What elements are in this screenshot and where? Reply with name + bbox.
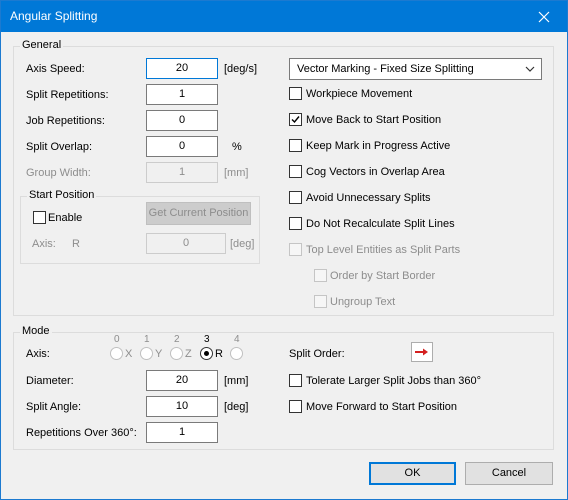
job-repetitions-input[interactable]: 0 (146, 110, 218, 131)
split-repetitions-label: Split Repetitions: (26, 89, 109, 101)
axis-3-number: 3 (204, 334, 210, 345)
general-group-label: General (20, 39, 64, 51)
split-angle-input[interactable]: 10 (146, 396, 218, 417)
start-axis-label: Axis: (32, 238, 56, 250)
move-back-to-start-checkbox[interactable] (289, 113, 302, 126)
group-width-label: Group Width: (26, 167, 91, 179)
general-group (13, 46, 554, 316)
move-forward-label: Move Forward to Start Position (306, 401, 458, 413)
close-icon (538, 11, 550, 22)
window-title: Angular Splitting (10, 9, 98, 23)
axis-1-number: 1 (144, 334, 150, 345)
close-button[interactable] (521, 1, 567, 32)
right-arrow-icon (415, 348, 428, 356)
ok-button[interactable]: OK (369, 462, 456, 485)
top-level-entities-label: Top Level Entities as Split Parts (306, 244, 461, 256)
splitting-mode-select[interactable]: Vector Marking - Fixed Size Splitting (289, 58, 542, 80)
start-position-input: 0 (146, 233, 226, 254)
tolerate-larger-label: Tolerate Larger Split Jobs than 360° (306, 375, 482, 387)
split-order-button[interactable] (411, 342, 433, 362)
split-angle-label: Split Angle: (26, 401, 82, 413)
ungroup-text-checkbox (314, 295, 327, 308)
checkmark-icon (291, 116, 300, 124)
axis-y-radio[interactable] (140, 347, 153, 360)
diameter-label: Diameter: (26, 375, 74, 387)
axis-4-radio[interactable] (230, 347, 243, 360)
axis-4-number: 4 (234, 334, 240, 345)
title-bar: Angular Splitting (1, 1, 567, 32)
axis-r-radio[interactable] (200, 347, 213, 360)
axis-speed-input[interactable]: 20 (146, 58, 218, 79)
angular-splitting-dialog: Angular Splitting General Axis Speed: 20… (0, 0, 568, 500)
workpiece-movement-checkbox[interactable] (289, 87, 302, 100)
job-repetitions-label: Job Repetitions: (26, 115, 105, 127)
repetitions-over-360-input[interactable]: 1 (146, 422, 218, 443)
axis-z-label: Z (185, 348, 192, 360)
do-not-recalculate-label: Do Not Recalculate Split Lines (306, 218, 455, 230)
cog-vectors-label: Cog Vectors in Overlap Area (306, 166, 445, 178)
top-level-entities-checkbox (289, 243, 302, 256)
cog-vectors-checkbox[interactable] (289, 165, 302, 178)
workpiece-movement-label: Workpiece Movement (306, 88, 413, 100)
axis-0-number: 0 (114, 334, 120, 345)
split-overlap-label: Split Overlap: (26, 141, 93, 153)
repetitions-over-360-label: Repetitions Over 360°: (26, 427, 137, 439)
move-forward-checkbox[interactable] (289, 400, 302, 413)
avoid-unnecessary-splits-label: Avoid Unnecessary Splits (306, 192, 431, 204)
axis-speed-unit: [deg/s] (224, 63, 258, 75)
cancel-button[interactable]: Cancel (465, 462, 553, 485)
enable-checkbox[interactable] (33, 211, 46, 224)
start-axis-value: R (72, 238, 80, 250)
diameter-unit: [mm] (224, 375, 249, 387)
do-not-recalculate-checkbox[interactable] (289, 217, 302, 230)
split-overlap-input[interactable]: 0 (146, 136, 218, 157)
keep-mark-active-label: Keep Mark in Progress Active (306, 140, 451, 152)
chevron-down-icon (525, 66, 535, 72)
mode-group-label: Mode (20, 325, 52, 337)
move-back-to-start-label: Move Back to Start Position (306, 114, 442, 126)
axis-r-label: R (215, 348, 223, 360)
split-order-label: Split Order: (289, 348, 345, 360)
tolerate-larger-checkbox[interactable] (289, 374, 302, 387)
splitting-mode-value: Vector Marking - Fixed Size Splitting (297, 63, 474, 75)
diameter-input[interactable]: 20 (146, 370, 218, 391)
start-position-label: Start Position (27, 189, 97, 201)
keep-mark-active-checkbox[interactable] (289, 139, 302, 152)
order-by-start-border-label: Order by Start Border (330, 270, 436, 282)
axis-z-radio[interactable] (170, 347, 183, 360)
group-width-input: 1 (146, 162, 218, 183)
axis-2-number: 2 (174, 334, 180, 345)
order-by-start-border-checkbox (314, 269, 327, 282)
group-width-unit: [mm] (224, 167, 249, 179)
ungroup-text-label: Ungroup Text (330, 296, 396, 308)
axis-y-label: Y (155, 348, 163, 360)
axis-x-label: X (125, 348, 133, 360)
start-position-unit: [deg] (230, 238, 255, 250)
split-angle-unit: [deg] (224, 401, 249, 413)
split-repetitions-input[interactable]: 1 (146, 84, 218, 105)
enable-label: Enable (48, 212, 83, 224)
get-current-position-button: Get Current Position (146, 202, 251, 225)
axis-speed-label: Axis Speed: (26, 63, 85, 75)
split-overlap-unit: % (232, 141, 242, 153)
axis-x-radio[interactable] (110, 347, 123, 360)
avoid-unnecessary-splits-checkbox[interactable] (289, 191, 302, 204)
mode-axis-label: Axis: (26, 348, 50, 360)
